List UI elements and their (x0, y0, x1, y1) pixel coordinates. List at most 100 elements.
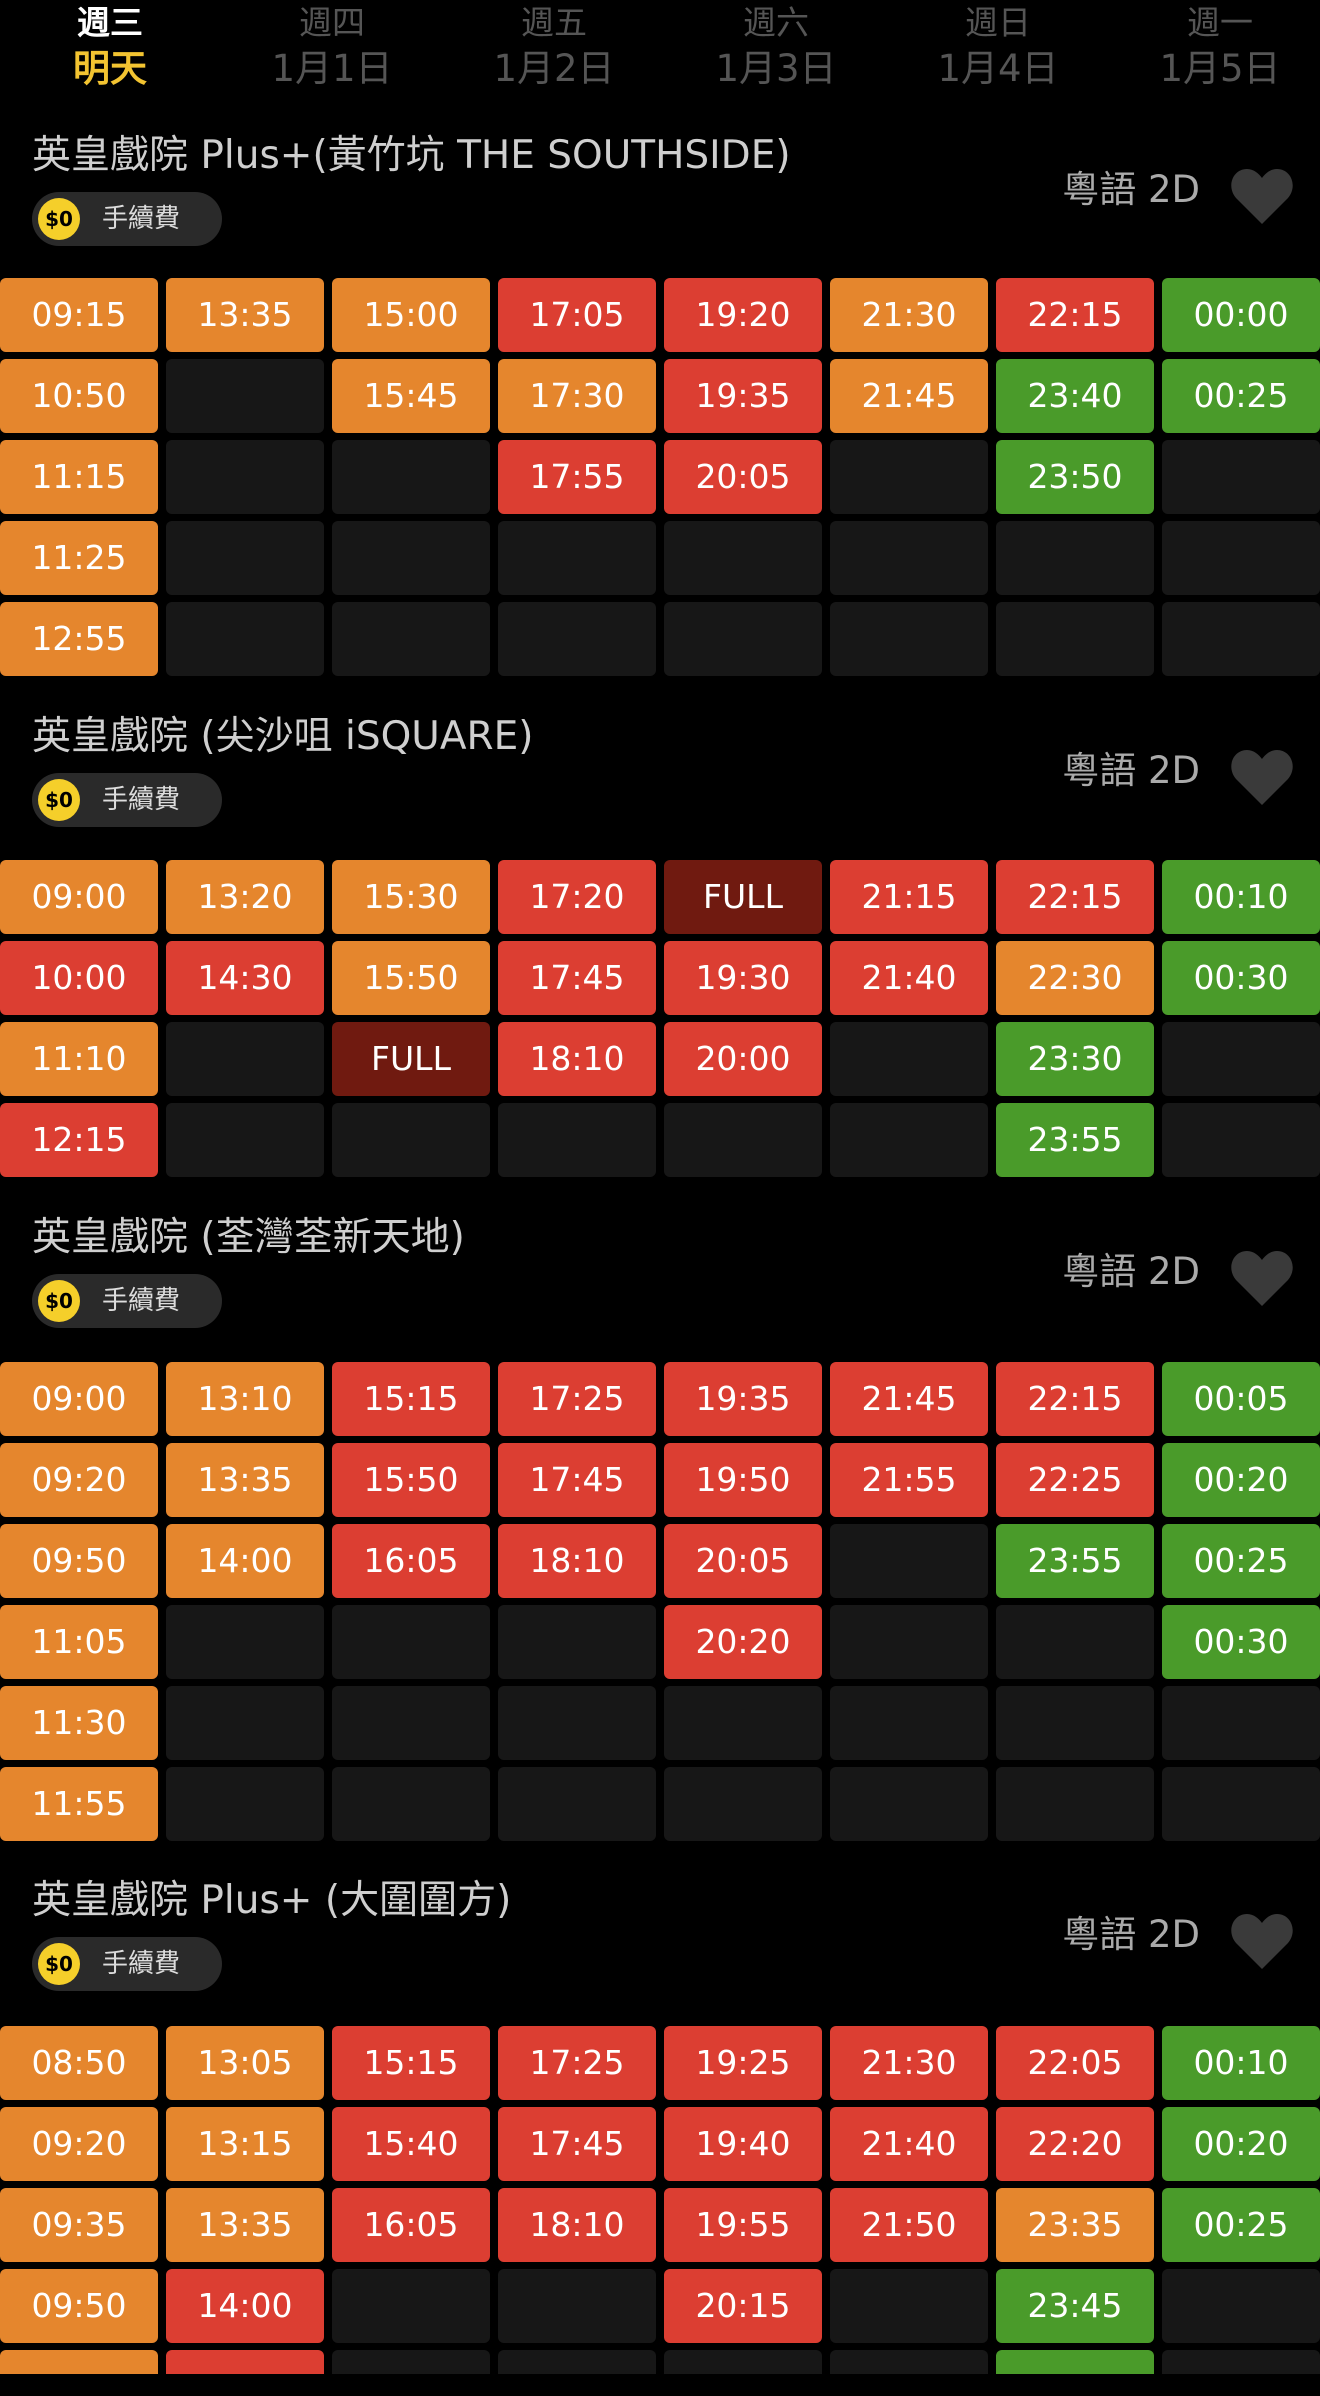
showtime-button[interactable]: 11:10 (0, 1022, 158, 1096)
showtime-button[interactable]: 00:25 (1162, 1524, 1320, 1598)
showtime-button[interactable]: 09:20 (0, 1443, 158, 1517)
showtime-button[interactable]: 17:05 (498, 278, 656, 352)
showtime-button[interactable]: 17:45 (498, 1443, 656, 1517)
showtime-button[interactable]: 21:55 (830, 1443, 988, 1517)
showtime-button[interactable]: 22:15 (996, 278, 1154, 352)
showtime-button[interactable]: 12:15 (0, 1103, 158, 1177)
showtime-button[interactable]: 13:35 (166, 2188, 324, 2262)
showtime-button[interactable]: 21:50 (830, 2188, 988, 2262)
showtime-button[interactable]: 09:00 (0, 1362, 158, 1436)
showtime-button[interactable]: 10:00 (0, 941, 158, 1015)
showtime-button[interactable]: 14:00 (166, 2269, 324, 2343)
showtime-button[interactable]: 15:30 (332, 860, 490, 934)
favorite-heart-icon[interactable] (1230, 166, 1294, 226)
showtime-button[interactable]: 20:05 (664, 1524, 822, 1598)
showtime-button[interactable]: 20:20 (664, 1605, 822, 1679)
showtime-button[interactable]: 18:10 (498, 2188, 656, 2262)
showtime-button[interactable]: 21:30 (830, 278, 988, 352)
showtime-button[interactable]: 17:45 (498, 941, 656, 1015)
showtime-button[interactable]: 20:05 (664, 440, 822, 514)
day-tab[interactable]: 週日 1月4日 (888, 0, 1108, 92)
showtime-button[interactable]: 16:05 (332, 1524, 490, 1598)
showtime-button[interactable]: 17:55 (498, 440, 656, 514)
favorite-heart-icon[interactable] (1230, 1248, 1294, 1308)
cinema-name[interactable]: 英皇戲院 Plus+ (大圍圍方) (32, 1873, 511, 1929)
showtime-button[interactable]: 13:05 (166, 2026, 324, 2100)
showtime-button[interactable]: 22:15 (996, 1362, 1154, 1436)
day-tab[interactable]: 週四 1月1日 (222, 0, 442, 92)
showtime-button[interactable]: 00:10 (1162, 860, 1320, 934)
showtime-button[interactable]: 15:00 (332, 278, 490, 352)
showtime-button[interactable]: 23:30 (996, 1022, 1154, 1096)
showtime-button[interactable]: 19:35 (664, 359, 822, 433)
showtime-button[interactable]: 13:20 (166, 860, 324, 934)
showtime-button[interactable]: 00:25 (1162, 2188, 1320, 2262)
showtime-button[interactable]: 18:10 (498, 1022, 656, 1096)
showtime-button[interactable]: 17:45 (498, 2107, 656, 2181)
showtime-button[interactable]: 21:15 (830, 860, 988, 934)
showtime-button[interactable]: 23:45 (996, 2269, 1154, 2343)
showtime-button[interactable]: 21:45 (830, 359, 988, 433)
showtime-button[interactable]: 00:05 (1162, 1362, 1320, 1436)
showtime-button[interactable]: 15:40 (332, 2107, 490, 2181)
showtime-button[interactable]: 09:50 (0, 1524, 158, 1598)
showtime-button[interactable] (0, 2350, 158, 2374)
favorite-heart-icon[interactable] (1230, 747, 1294, 807)
day-tab[interactable]: 週一 1月5日 (1110, 0, 1320, 92)
showtime-button[interactable]: 09:00 (0, 860, 158, 934)
showtime-button[interactable]: 23:55 (996, 1524, 1154, 1598)
showtime-button[interactable]: 19:35 (664, 1362, 822, 1436)
showtime-button[interactable]: 13:10 (166, 1362, 324, 1436)
showtime-button[interactable]: 23:50 (996, 440, 1154, 514)
showtime-button[interactable]: 20:15 (664, 2269, 822, 2343)
showtime-button[interactable]: 19:25 (664, 2026, 822, 2100)
showtime-button[interactable]: 11:05 (0, 1605, 158, 1679)
showtime-button[interactable]: 11:55 (0, 1767, 158, 1841)
showtime-button[interactable]: 14:00 (166, 1524, 324, 1598)
showtime-button[interactable]: 09:50 (0, 2269, 158, 2343)
showtime-button[interactable]: 22:30 (996, 941, 1154, 1015)
showtime-button[interactable]: 00:20 (1162, 2107, 1320, 2181)
showtime-button[interactable]: 19:30 (664, 941, 822, 1015)
showtime-button[interactable]: 15:45 (332, 359, 490, 433)
showtime-button[interactable]: 15:15 (332, 2026, 490, 2100)
showtime-button[interactable]: 22:25 (996, 1443, 1154, 1517)
day-tab[interactable]: 週五 1月2日 (444, 0, 664, 92)
showtime-button[interactable]: 21:45 (830, 1362, 988, 1436)
showtime-button[interactable] (996, 2350, 1154, 2374)
showtime-button[interactable]: 09:20 (0, 2107, 158, 2181)
showtime-button[interactable]: 13:35 (166, 278, 324, 352)
showtime-button[interactable]: 19:50 (664, 1443, 822, 1517)
showtime-button[interactable]: 15:50 (332, 1443, 490, 1517)
favorite-heart-icon[interactable] (1230, 1911, 1294, 1971)
showtime-button[interactable]: 18:10 (498, 1524, 656, 1598)
showtime-button[interactable]: 00:30 (1162, 941, 1320, 1015)
showtime-button[interactable]: 20:00 (664, 1022, 822, 1096)
showtime-button[interactable]: 16:05 (332, 2188, 490, 2262)
showtime-button[interactable]: 11:15 (0, 440, 158, 514)
showtime-button[interactable]: 23:35 (996, 2188, 1154, 2262)
showtime-button[interactable]: 09:15 (0, 278, 158, 352)
showtime-button[interactable]: 13:35 (166, 1443, 324, 1517)
showtime-button[interactable]: 22:20 (996, 2107, 1154, 2181)
showtime-button[interactable]: 17:25 (498, 2026, 656, 2100)
cinema-name[interactable]: 英皇戲院 (荃灣荃新天地) (32, 1210, 465, 1266)
showtime-button[interactable]: 00:10 (1162, 2026, 1320, 2100)
showtime-button[interactable]: 15:15 (332, 1362, 490, 1436)
showtime-button[interactable]: 21:30 (830, 2026, 988, 2100)
showtime-button[interactable] (166, 2350, 324, 2374)
showtime-button[interactable]: 00:25 (1162, 359, 1320, 433)
showtime-button[interactable]: 17:20 (498, 860, 656, 934)
showtime-button[interactable]: 19:20 (664, 278, 822, 352)
showtime-button[interactable]: 10:50 (0, 359, 158, 433)
showtime-button[interactable]: 09:35 (0, 2188, 158, 2262)
day-tab[interactable]: 週六 1月3日 (666, 0, 886, 92)
showtime-button[interactable]: 23:40 (996, 359, 1154, 433)
showtime-button[interactable]: 21:40 (830, 2107, 988, 2181)
showtime-button[interactable]: 11:30 (0, 1686, 158, 1760)
showtime-button[interactable]: 21:40 (830, 941, 988, 1015)
showtime-button[interactable]: 17:30 (498, 359, 656, 433)
cinema-name[interactable]: 英皇戲院 Plus+(黃竹坑 THE SOUTHSIDE) (32, 128, 791, 184)
showtime-button[interactable]: 00:20 (1162, 1443, 1320, 1517)
showtime-button[interactable]: 08:50 (0, 2026, 158, 2100)
